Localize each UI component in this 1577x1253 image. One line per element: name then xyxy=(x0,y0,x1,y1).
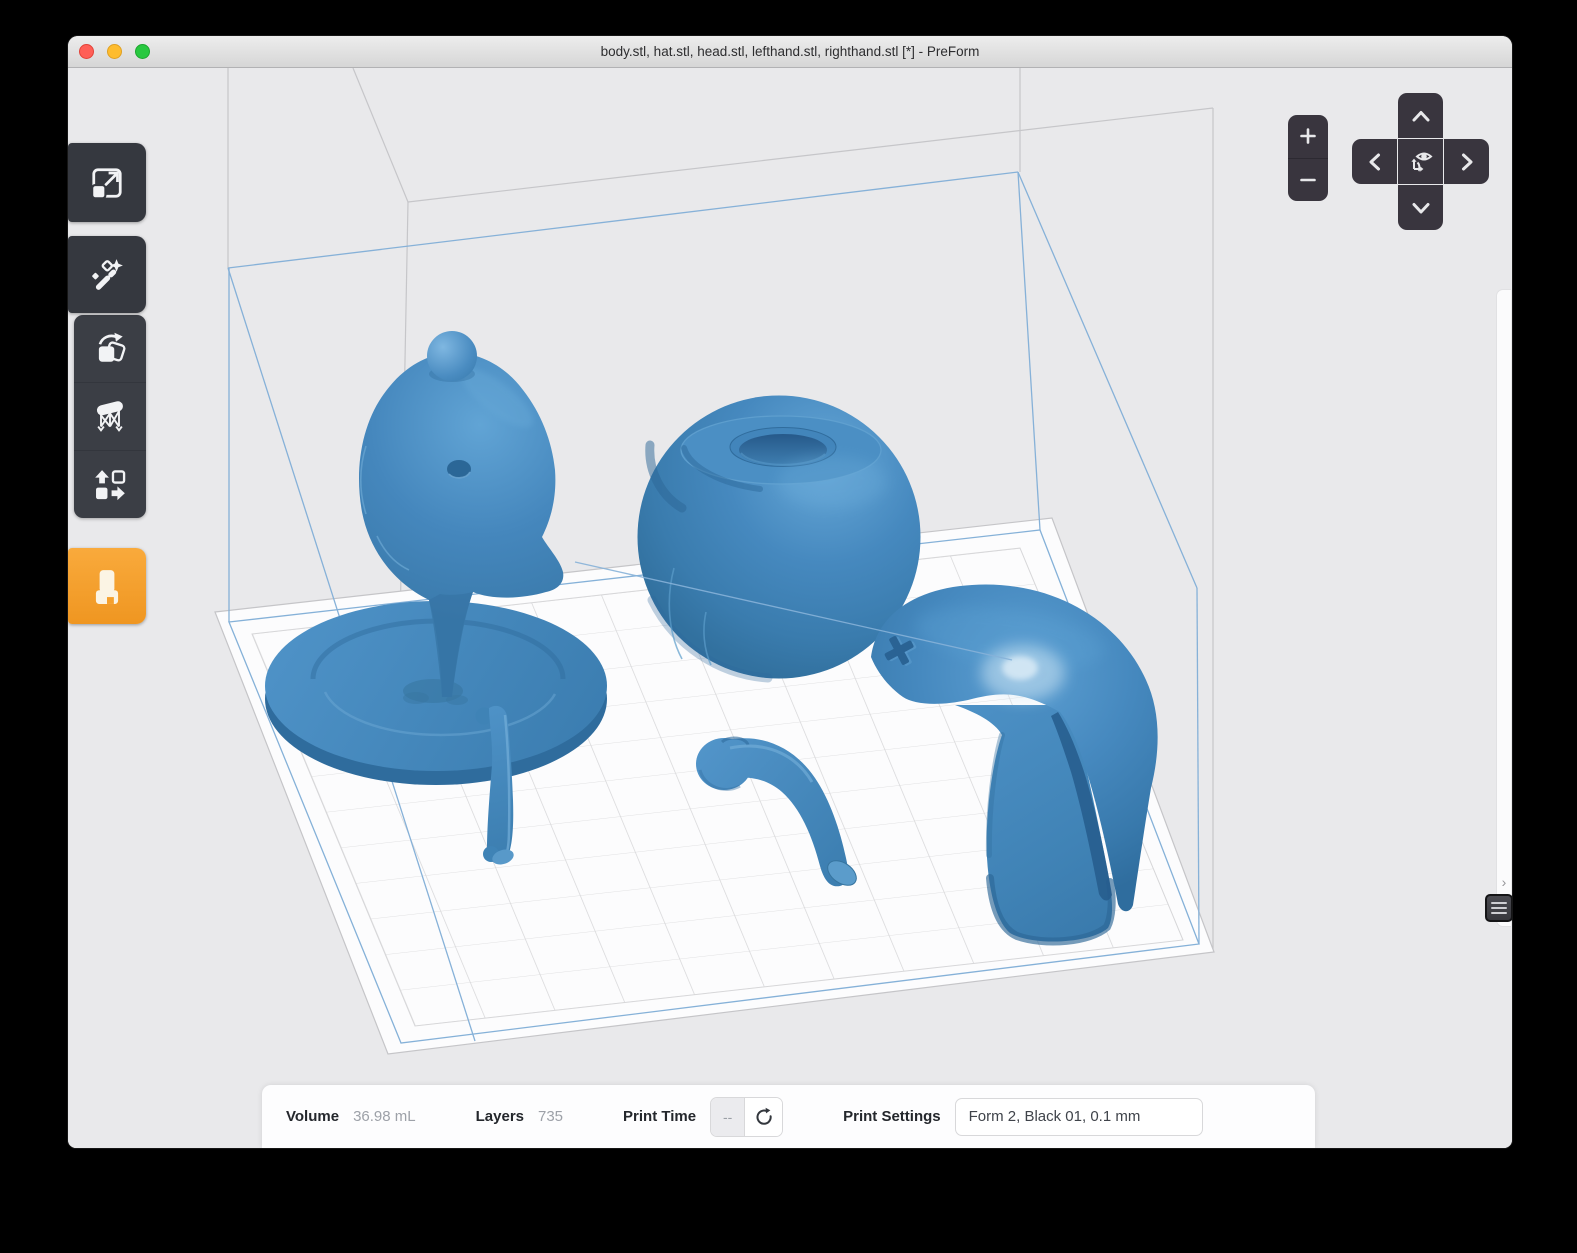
zoom-control xyxy=(1288,115,1328,201)
plus-icon xyxy=(1300,128,1316,145)
zoom-in-button[interactable] xyxy=(1288,115,1328,159)
chevron-up-icon xyxy=(1412,110,1429,121)
chevron-left-icon xyxy=(1369,153,1380,170)
traffic-lights xyxy=(79,44,150,59)
tool-group xyxy=(74,315,146,518)
3d-viewport[interactable] xyxy=(68,67,1512,1148)
preform-window: body.stl, hat.stl, head.stl, lefthand.st… xyxy=(68,36,1512,1148)
rotate-view-right-button[interactable] xyxy=(1444,139,1489,184)
rotate-view-up-button[interactable] xyxy=(1398,93,1443,138)
titlebar: body.stl, hat.stl, head.stl, lefthand.st… xyxy=(68,36,1512,68)
print-button[interactable] xyxy=(68,548,146,624)
print-time-label: Print Time xyxy=(623,1108,697,1125)
print-settings-label: Print Settings xyxy=(843,1108,941,1125)
close-button[interactable] xyxy=(79,44,94,59)
volume-value: 36.98 mL xyxy=(353,1108,416,1125)
layers-value: 735 xyxy=(538,1108,564,1125)
one-click-print-button[interactable] xyxy=(68,236,146,313)
chevron-down-icon xyxy=(1412,202,1429,213)
view-pad xyxy=(1352,93,1489,230)
supports-tool-button[interactable] xyxy=(74,382,146,450)
scale-icon xyxy=(89,165,125,201)
print-time-value: -- xyxy=(711,1097,746,1136)
size-tool-button[interactable] xyxy=(68,143,146,222)
rotate-view-left-button[interactable] xyxy=(1352,139,1397,184)
volume-label: Volume xyxy=(286,1108,340,1125)
print-settings-selector[interactable]: Form 2, Black 01, 0.1 mm xyxy=(954,1097,1203,1136)
status-bar: Volume 36.98 mL Layers 735 Print Time --… xyxy=(262,1085,1315,1148)
cartridge-icon xyxy=(88,567,126,605)
layout-tool-button[interactable] xyxy=(74,450,146,518)
reset-view-button[interactable] xyxy=(1398,139,1443,184)
minimize-button[interactable] xyxy=(107,44,122,59)
drawer-handle[interactable] xyxy=(1485,894,1512,922)
layers-label: Layers xyxy=(475,1108,524,1125)
chevron-right-icon xyxy=(1461,153,1472,170)
print-time-control: -- xyxy=(710,1096,784,1137)
minus-icon xyxy=(1300,178,1316,182)
supports-icon xyxy=(92,399,128,435)
rotate-view-down-button[interactable] xyxy=(1398,185,1443,230)
magic-wand-icon xyxy=(89,257,125,293)
view-orbit-eye-icon xyxy=(1410,152,1433,172)
fullscreen-button[interactable] xyxy=(135,44,150,59)
window-title: body.stl, hat.stl, head.stl, lefthand.st… xyxy=(600,44,980,59)
info-drawer-strip[interactable] xyxy=(1496,289,1511,927)
orientation-tool-button[interactable] xyxy=(74,315,146,382)
drawer-expand-chevron-icon[interactable]: › xyxy=(1498,874,1510,890)
refresh-icon xyxy=(756,1107,772,1125)
layout-icon xyxy=(92,467,128,503)
grip-icon xyxy=(1491,902,1507,904)
rotate-icon xyxy=(92,331,128,367)
screenshot-root: body.stl, hat.stl, head.stl, lefthand.st… xyxy=(0,0,1577,1253)
recalculate-print-time-button[interactable] xyxy=(745,1097,783,1136)
zoom-out-button[interactable] xyxy=(1288,159,1328,202)
